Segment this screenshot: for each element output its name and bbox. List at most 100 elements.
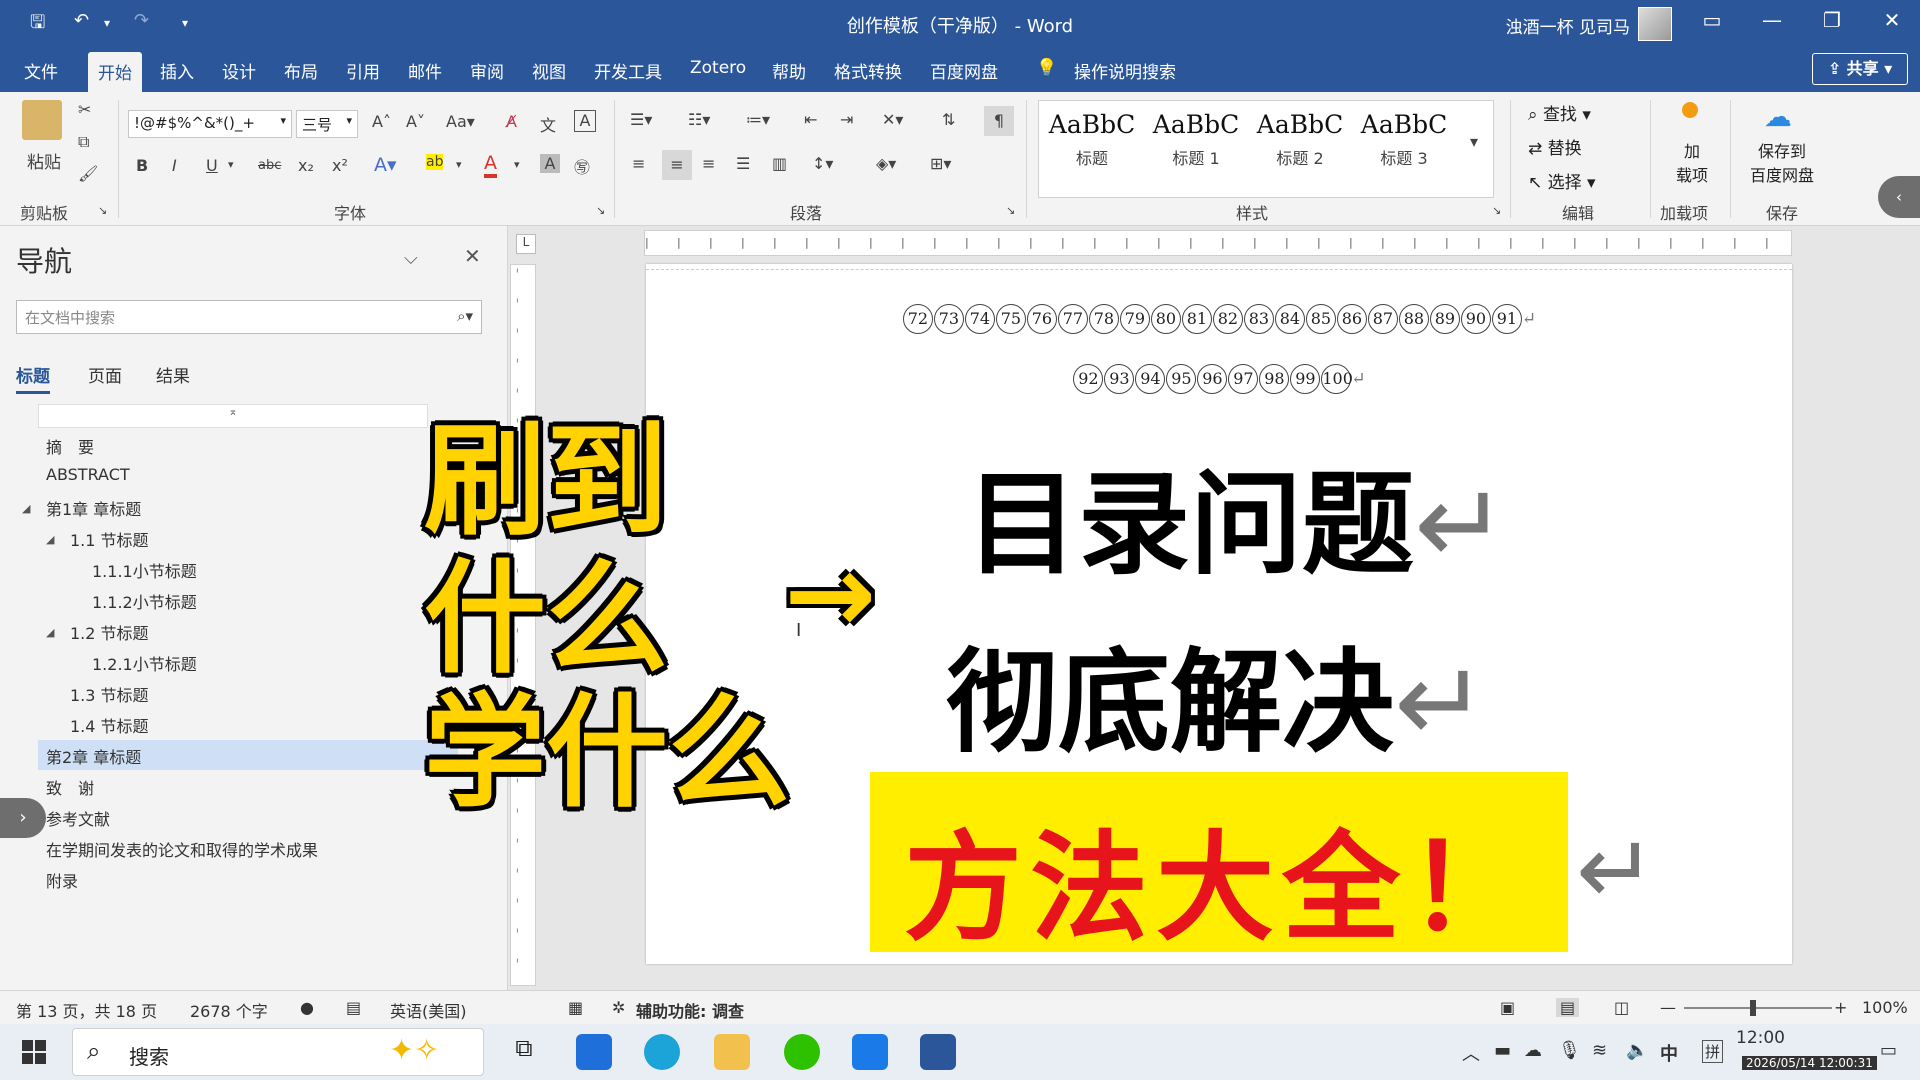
sort-icon[interactable]: ⇅ — [942, 110, 955, 129]
style-title[interactable]: AaBbC 标题 — [1040, 102, 1144, 188]
font-launcher-icon[interactable]: ↘ — [596, 204, 605, 217]
borders-icon[interactable]: ⊞▾ — [930, 154, 951, 173]
macro-icon[interactable]: ▤ — [346, 998, 361, 1017]
font-color-dropdown-icon[interactable]: ▾ — [514, 158, 520, 171]
tab-design[interactable]: 设计 — [222, 58, 256, 83]
replace-button[interactable]: ⇄ 替换 — [1528, 134, 1582, 159]
multilevel-list-icon[interactable]: ≔▾ — [746, 110, 770, 129]
style-heading-3[interactable]: AaBbC 标题 3 — [1352, 102, 1456, 188]
taskbar-search[interactable]: ⌕ 搜索 ✦✧ — [72, 1028, 484, 1076]
tab-format-convert[interactable]: 格式转换 — [834, 58, 902, 83]
photos-app-icon[interactable] — [852, 1034, 888, 1070]
subscript-button[interactable]: x₂ — [298, 156, 314, 175]
nav-item[interactable]: 致 谢 — [46, 775, 94, 799]
cloud-sync-icon[interactable]: ☁ — [1524, 1040, 1542, 1061]
notification-icon[interactable]: ▭ — [1880, 1040, 1897, 1061]
tab-layout[interactable]: 布局 — [284, 58, 318, 83]
nav-tab-results[interactable]: 结果 — [156, 362, 190, 387]
chinese-layout-icon[interactable]: ✕▾ — [882, 110, 903, 129]
styles-launcher-icon[interactable]: ↘ — [1492, 204, 1501, 217]
zoom-out-icon[interactable]: — — [1660, 998, 1676, 1017]
paste-icon[interactable] — [22, 100, 62, 140]
italic-button[interactable]: I — [172, 156, 177, 175]
clear-formatting-icon[interactable]: A̸ — [506, 112, 517, 131]
nav-item[interactable]: ABSTRACT — [46, 465, 130, 484]
tab-baidu-netdisk[interactable]: 百度网盘 — [930, 58, 998, 83]
zoom-level[interactable]: 100% — [1862, 998, 1908, 1017]
nav-item[interactable]: 第1章 章标题 — [46, 496, 141, 520]
justify-icon[interactable]: ☰ — [736, 154, 750, 173]
find-button[interactable]: ⌕ 查找 ▾ — [1528, 100, 1591, 125]
word-count[interactable]: 2678 个字 — [190, 998, 268, 1022]
tab-review[interactable]: 审阅 — [470, 58, 504, 83]
copy-icon[interactable]: ⧉ — [78, 132, 89, 152]
tab-developer[interactable]: 开发工具 — [594, 58, 662, 83]
nav-item[interactable]: 1.1.2小节标题 — [92, 589, 197, 613]
collapse-pane-icon[interactable]: ‹ — [1878, 176, 1920, 218]
format-painter-icon[interactable]: 🖌 — [78, 164, 98, 183]
clock-time[interactable]: 12:00 — [1736, 1028, 1785, 1048]
nav-item[interactable]: 在学期间发表的论文和取得的学术成果 — [46, 837, 318, 861]
style-heading-2[interactable]: AaBbC 标题 2 — [1248, 102, 1352, 188]
zoom-slider-thumb[interactable] — [1750, 1000, 1756, 1016]
task-view-icon[interactable]: ⧉ — [506, 1034, 542, 1070]
web-layout-icon[interactable]: ◫ — [1614, 998, 1629, 1017]
expand-pane-icon[interactable]: › — [0, 798, 46, 838]
page-count[interactable]: 第 13 页，共 18 页 — [16, 998, 157, 1022]
styles-more-icon[interactable]: ▾ — [1470, 132, 1478, 151]
nav-item[interactable]: 1.3 节标题 — [70, 682, 149, 706]
wifi-icon[interactable]: ≋ — [1592, 1040, 1607, 1061]
character-shading-icon[interactable]: A — [540, 154, 560, 173]
highlight-icon[interactable]: ab — [426, 154, 444, 170]
restore-icon[interactable]: ❐ — [1812, 8, 1852, 32]
nav-item[interactable]: 1.2.1小节标题 — [92, 651, 197, 675]
save-to-baidu-button[interactable]: 保存到 百度网盘 — [1740, 138, 1824, 186]
nav-tab-pages[interactable]: 页面 — [88, 362, 122, 387]
shrink-font-icon[interactable]: A˅ — [406, 112, 425, 131]
style-heading-1[interactable]: AaBbC 标题 1 — [1144, 102, 1248, 188]
nav-item[interactable]: 附录 — [46, 868, 78, 892]
select-button[interactable]: ↖ 选择 ▾ — [1528, 168, 1596, 193]
nav-item-selected[interactable]: 第2章 章标题 — [38, 740, 458, 770]
proofing-icon[interactable]: ● — [300, 998, 314, 1017]
print-layout-icon[interactable]: ▤ — [1556, 998, 1580, 1017]
enclose-characters-icon[interactable]: ㊢ — [574, 154, 590, 178]
paste-button[interactable]: 粘贴 — [22, 148, 66, 173]
tab-mailings[interactable]: 邮件 — [408, 58, 442, 83]
font-size-select[interactable]: 三号 ▾ — [296, 110, 358, 138]
tab-references[interactable]: 引用 — [346, 58, 380, 83]
nav-item[interactable]: 1.2 节标题 — [70, 620, 149, 644]
file-explorer-icon[interactable] — [714, 1034, 750, 1070]
addins-button[interactable]: 加 载项 — [1664, 138, 1720, 186]
line-spacing-icon[interactable]: ↕▾ — [812, 154, 833, 173]
align-center-icon[interactable]: ≡ — [662, 150, 692, 180]
nav-item[interactable]: 参考文献 — [46, 806, 110, 830]
tab-file[interactable]: 文件 — [24, 58, 58, 83]
numbering-icon[interactable]: ☷▾ — [688, 110, 710, 129]
tab-home[interactable]: 开始 — [88, 52, 142, 92]
microphone-icon[interactable]: 🎙 — [1558, 1040, 1581, 1061]
nav-item[interactable]: 1.1 节标题 — [70, 527, 149, 551]
read-mode-icon[interactable]: ▣ — [1500, 998, 1515, 1017]
ribbon-display-icon[interactable]: ▭ — [1692, 8, 1732, 32]
bold-button[interactable]: B — [136, 156, 148, 175]
minimize-icon[interactable]: — — [1752, 8, 1792, 32]
nav-item[interactable]: 1.4 节标题 — [70, 713, 149, 737]
phonetic-guide-icon[interactable]: 文 — [540, 112, 556, 136]
font-name-select[interactable]: !@#$%^&*()_+ ▾ — [128, 110, 292, 138]
underline-button[interactable]: U — [206, 156, 218, 175]
font-color-icon[interactable]: A — [484, 152, 497, 178]
tell-me-search[interactable]: 操作说明搜索 — [1074, 58, 1176, 83]
grow-font-icon[interactable]: A˄ — [372, 112, 391, 131]
show-marks-icon[interactable]: ¶ — [984, 106, 1014, 136]
clock-date[interactable]: 2026/05/14 12:00:31 — [1742, 1056, 1877, 1070]
bullets-icon[interactable]: ☰▾ — [630, 110, 652, 129]
highlight-dropdown-icon[interactable]: ▾ — [456, 158, 462, 171]
user-name[interactable]: 浊酒一杯 见司马 — [1506, 13, 1630, 38]
increase-indent-icon[interactable]: ⇥ — [840, 110, 853, 129]
nav-search-input[interactable]: 在文档中搜索 ⌕▾ — [16, 300, 482, 334]
ime-mode-indicator[interactable]: 中 — [1660, 1040, 1678, 1066]
expand-triangle-icon[interactable]: ◢ — [46, 533, 54, 546]
expand-triangle-icon[interactable]: ◢ — [22, 502, 30, 515]
zoom-slider[interactable] — [1684, 1007, 1832, 1009]
